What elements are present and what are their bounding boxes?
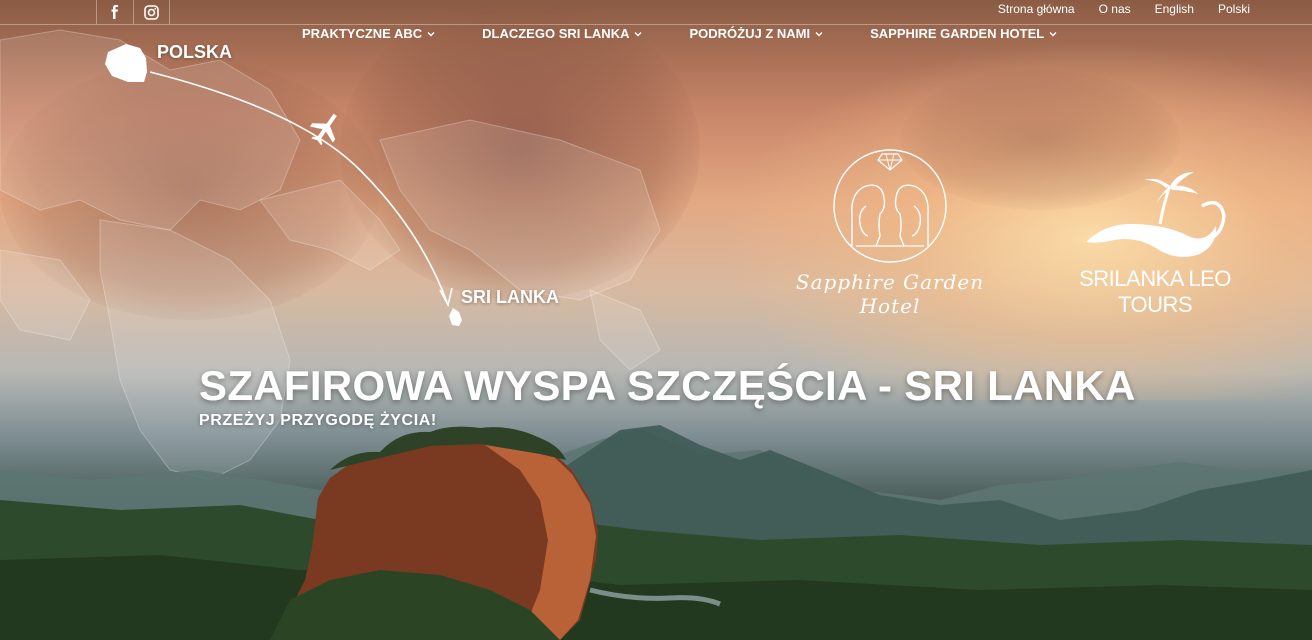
nav-item-label: PRAKTYCZNE ABC: [302, 26, 423, 41]
nav-item-why-sri-lanka[interactable]: DLACZEGO SRI LANKA: [482, 26, 643, 41]
top-links: Strona główna O nas English Polski: [998, 2, 1250, 16]
nav-item-label: PODRÓŻUJ Z NAMI: [689, 26, 811, 41]
instagram-link[interactable]: [133, 0, 170, 24]
top-link-home[interactable]: Strona główna: [998, 2, 1075, 16]
sapphire-garden-hotel-logo[interactable]: Sapphire Garden Hotel: [780, 146, 1000, 318]
top-link-about[interactable]: O nas: [1099, 2, 1131, 16]
top-bar: Strona główna O nas English Polski: [0, 0, 1312, 25]
main-nav: PRAKTYCZNE ABC DLACZEGO SRI LANKA PODRÓŻ…: [302, 26, 1058, 41]
nav-item-label: SAPPHIRE GARDEN HOTEL: [870, 26, 1045, 41]
chevron-down-icon: [1049, 31, 1057, 36]
chevron-down-icon: [634, 31, 642, 36]
tours-name: SRILANKA LEO TOURS: [1079, 266, 1231, 317]
top-link-polish[interactable]: Polski: [1218, 2, 1250, 16]
elephants-emblem-icon: [833, 149, 947, 263]
top-link-english[interactable]: English: [1155, 2, 1194, 16]
sri-lanka-shape: [449, 308, 462, 326]
facebook-icon: [111, 5, 118, 19]
hotel-name: Sapphire Garden Hotel: [795, 270, 985, 318]
nav-item-travel-with-us[interactable]: PODRÓŻUJ Z NAMI: [689, 26, 824, 41]
instagram-icon: [143, 4, 159, 20]
hero-banner: Strona główna O nas English Polski PRAKT…: [0, 0, 1312, 640]
chevron-down-icon: [427, 31, 435, 36]
srilanka-leo-tours-logo[interactable]: SRILANKA LEO TOURS: [1066, 166, 1244, 317]
facebook-link[interactable]: [96, 0, 134, 24]
airplane-icon: [309, 113, 337, 146]
chevron-down-icon: [815, 31, 823, 36]
nav-item-practical-abc[interactable]: PRAKTYCZNE ABC: [302, 26, 436, 41]
nav-item-sapphire-garden-hotel[interactable]: SAPPHIRE GARDEN HOTEL: [870, 26, 1058, 41]
landscape-illustration: [0, 29, 1312, 640]
map-label-sri-lanka: SRI LANKA: [461, 287, 559, 307]
palm-wave-icon: [1086, 172, 1226, 257]
nav-item-label: DLACZEGO SRI LANKA: [482, 26, 630, 41]
hero-title: SZAFIROWA WYSPA SZCZĘŚCIA - SRI LANKA: [199, 362, 1136, 409]
map-label-poland: POLSKA: [157, 42, 233, 62]
hero-subtitle: PRZEŻYJ PRZYGODĘ ŻYCIA!: [199, 412, 437, 429]
